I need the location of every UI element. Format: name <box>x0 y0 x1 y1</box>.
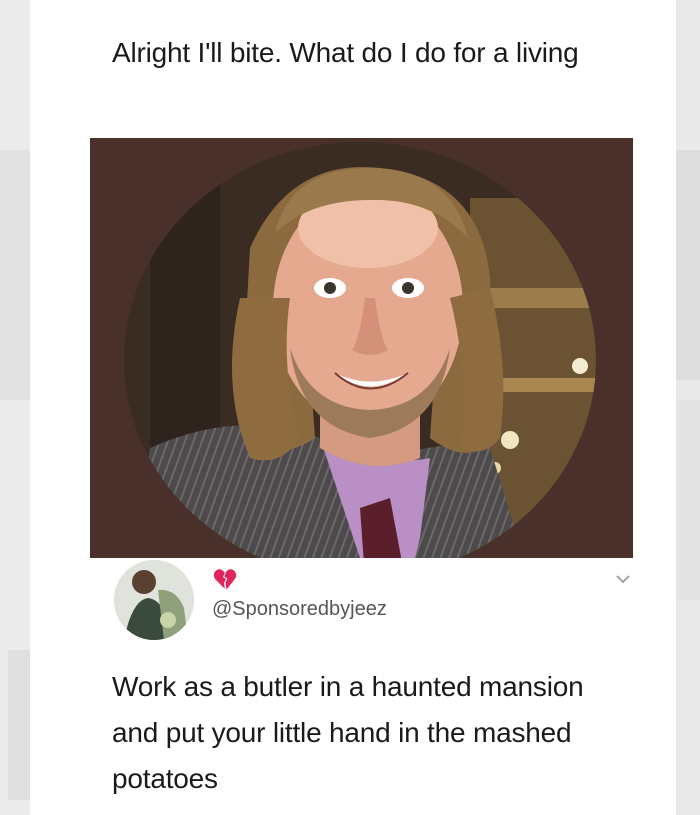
reply-handle[interactable]: @Sponsoredbyjeez <box>212 598 387 621</box>
background-right-strip <box>676 400 700 600</box>
profile-photo[interactable] <box>90 138 633 558</box>
avatar-image <box>114 560 194 640</box>
background-left-strip <box>8 650 30 800</box>
post-question-text: Alright I'll bite. What do I do for a li… <box>112 37 579 68</box>
background-right-strip <box>676 150 700 380</box>
broken-heart-icon <box>213 569 237 590</box>
chevron-down-icon[interactable] <box>614 572 632 586</box>
background-left-strip <box>0 150 30 400</box>
reply-author-row: @Sponsoredbyjeez <box>114 560 634 640</box>
photo-illustration <box>90 138 633 558</box>
post-card: Alright I'll bite. What do I do for a li… <box>30 0 676 815</box>
avatar[interactable] <box>114 560 194 640</box>
reply-text: Work as a butler in a haunted mansion an… <box>112 671 584 794</box>
